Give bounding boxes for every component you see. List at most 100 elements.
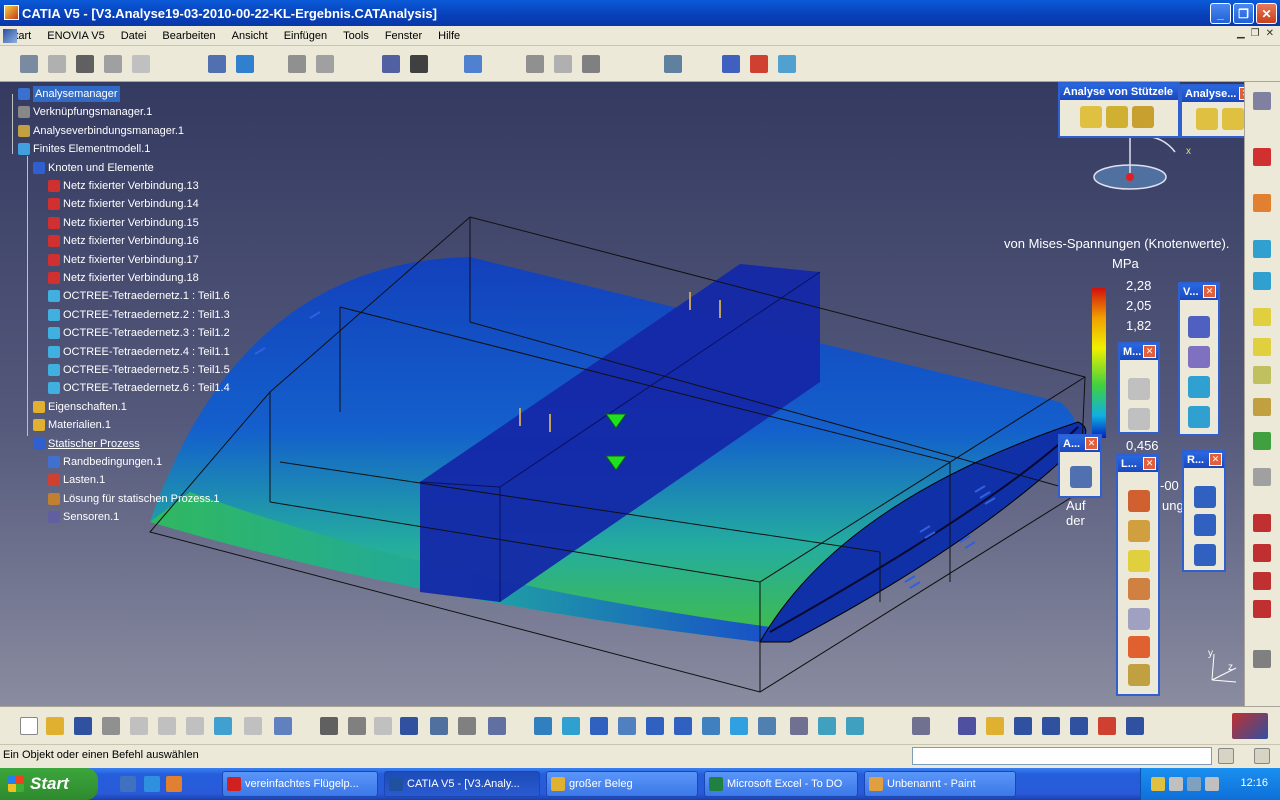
- measure-icon[interactable]: [1128, 408, 1150, 430]
- tray-icon[interactable]: [1169, 777, 1183, 791]
- grid-icon[interactable]: [1253, 650, 1271, 668]
- tree-node[interactable]: Analyseverbindungsmanager.1: [18, 123, 184, 139]
- open-folder-icon[interactable]: [46, 717, 64, 735]
- restraint-type-icon[interactable]: [1194, 544, 1216, 566]
- taskbar-button[interactable]: großer Beleg: [546, 771, 698, 797]
- expand-icon[interactable]: [488, 717, 506, 735]
- menu-bearbeiten[interactable]: Bearbeiten: [154, 30, 223, 42]
- load-type-icon[interactable]: [1128, 664, 1150, 686]
- new-file-icon[interactable]: [20, 717, 38, 735]
- shell-icon[interactable]: [1132, 106, 1154, 128]
- load-type-icon[interactable]: [1128, 608, 1150, 630]
- pcs-icon[interactable]: [1253, 148, 1271, 166]
- tree-node[interactable]: Materialien.1: [33, 417, 111, 433]
- table-icon[interactable]: [400, 717, 418, 735]
- bug-icon[interactable]: [1253, 572, 1271, 590]
- iso-view-icon[interactable]: [758, 717, 776, 735]
- volume-icon[interactable]: [1205, 777, 1219, 791]
- support-analysis-palette[interactable]: Analyse von Stützele: [1058, 82, 1180, 138]
- rotate-icon[interactable]: [618, 717, 636, 735]
- gear-icon[interactable]: [1253, 92, 1271, 110]
- load-type-icon[interactable]: [1128, 550, 1150, 572]
- tools-icon[interactable]: [374, 717, 392, 735]
- tree-node[interactable]: Netz fixierter Verbindung.13: [48, 178, 199, 194]
- tree-node[interactable]: Statischer Prozess: [33, 436, 140, 452]
- lock-icon[interactable]: [458, 717, 476, 735]
- a-palette[interactable]: A... ✕: [1058, 434, 1102, 498]
- view-icon[interactable]: [1188, 406, 1210, 428]
- tree-node[interactable]: OCTREE-Tetraedernetz.6 : Teil1.4: [48, 380, 230, 396]
- help-icon[interactable]: [274, 717, 292, 735]
- palette-close-icon[interactable]: ✕: [1143, 345, 1156, 358]
- multi-view-icon[interactable]: [730, 717, 748, 735]
- image-icon[interactable]: [526, 55, 544, 73]
- mdi-close-button[interactable]: ✕: [1266, 28, 1274, 39]
- surface-icon[interactable]: [1106, 106, 1128, 128]
- menu-fenster[interactable]: Fenster: [377, 30, 430, 42]
- zoom-out-icon[interactable]: [674, 717, 692, 735]
- tree-node[interactable]: Lösung für statischen Prozess.1: [48, 491, 220, 507]
- analysis-tool-icon[interactable]: [1196, 108, 1218, 130]
- connect-icon[interactable]: [1126, 717, 1144, 735]
- tree-node[interactable]: Netz fixierter Verbindung.16: [48, 233, 199, 249]
- tree-node[interactable]: OCTREE-Tetraedernetz.3 : Teil1.2: [48, 325, 230, 341]
- tree-node[interactable]: Randbedingungen.1: [48, 454, 162, 470]
- minimize-button[interactable]: _: [1210, 3, 1231, 24]
- taskbar-button[interactable]: Microsoft Excel - To DO: [704, 771, 858, 797]
- table-icon[interactable]: [316, 55, 334, 73]
- fit-all-icon[interactable]: [562, 717, 580, 735]
- network-icon[interactable]: [1187, 777, 1201, 791]
- catia-app-icon[interactable]: [4, 5, 19, 20]
- hide-show-icon[interactable]: [818, 717, 836, 735]
- v-palette[interactable]: V... ✕: [1178, 282, 1220, 436]
- undo-icon[interactable]: [214, 717, 232, 735]
- compute-icon[interactable]: [464, 55, 482, 73]
- palette-close-icon[interactable]: ✕: [1085, 437, 1098, 450]
- catia-menu-icon[interactable]: [3, 29, 17, 43]
- command-cancel-icon[interactable]: [1254, 748, 1270, 764]
- load-type-icon[interactable]: [1128, 578, 1150, 600]
- render-style-icon[interactable]: [790, 717, 808, 735]
- tree-node[interactable]: OCTREE-Tetraedernetz.5 : Teil1.5: [48, 362, 230, 378]
- maximize-button[interactable]: ❐: [1233, 3, 1254, 24]
- taskbar-button[interactable]: CATIA V5 - [V3.Analy...: [384, 771, 540, 797]
- beam-icon[interactable]: [1080, 106, 1102, 128]
- load-type-icon[interactable]: [1128, 520, 1150, 542]
- paste-icon[interactable]: [186, 717, 204, 735]
- cube-icon[interactable]: [1253, 308, 1271, 326]
- measure-icon[interactable]: [1128, 378, 1150, 400]
- traffic-light-icon[interactable]: [1253, 432, 1271, 450]
- report-icon[interactable]: [1042, 717, 1060, 735]
- load-type-icon[interactable]: [1128, 490, 1150, 512]
- view-icon[interactable]: [1188, 316, 1210, 338]
- quicklaunch-desktop-icon[interactable]: [120, 776, 136, 792]
- view-icon[interactable]: [1188, 376, 1210, 398]
- quicklaunch-ie-icon[interactable]: [144, 776, 160, 792]
- bug-icon[interactable]: [1253, 514, 1271, 532]
- tree-node[interactable]: Verknüpfungsmanager.1: [18, 104, 152, 120]
- zoom-analysis-icon[interactable]: [1070, 466, 1092, 488]
- normal-view-icon[interactable]: [702, 717, 720, 735]
- print-icon[interactable]: [102, 717, 120, 735]
- menu-hilfe[interactable]: Hilfe: [430, 30, 468, 42]
- palette-close-icon[interactable]: ✕: [1203, 285, 1216, 298]
- tree-icon[interactable]: [430, 717, 448, 735]
- tree-node[interactable]: Netz fixierter Verbindung.14: [48, 196, 199, 212]
- pan-icon[interactable]: [590, 717, 608, 735]
- layers-icon[interactable]: [1253, 366, 1271, 384]
- distributed-load-icon[interactable]: [410, 55, 428, 73]
- m-palette[interactable]: M... ✕: [1118, 342, 1160, 434]
- knowledge-icon[interactable]: [958, 717, 976, 735]
- cut-icon[interactable]: [130, 717, 148, 735]
- tree-node[interactable]: Eigenschaften.1: [33, 399, 127, 415]
- load-icon[interactable]: [382, 55, 400, 73]
- 3d-viewport[interactable]: x y z Analysemanager Verknüpfungsmanager.…: [0, 82, 1244, 706]
- tree-node[interactable]: Sensoren.1: [48, 509, 119, 525]
- load-type-icon[interactable]: [1128, 636, 1150, 658]
- copy-icon[interactable]: [158, 717, 176, 735]
- walk-mode-icon[interactable]: [1253, 272, 1271, 290]
- menu-datei[interactable]: Datei: [113, 30, 155, 42]
- menu-ansicht[interactable]: Ansicht: [224, 30, 276, 42]
- tree-node[interactable]: Analysemanager: [18, 86, 120, 102]
- generate-icon[interactable]: [722, 55, 740, 73]
